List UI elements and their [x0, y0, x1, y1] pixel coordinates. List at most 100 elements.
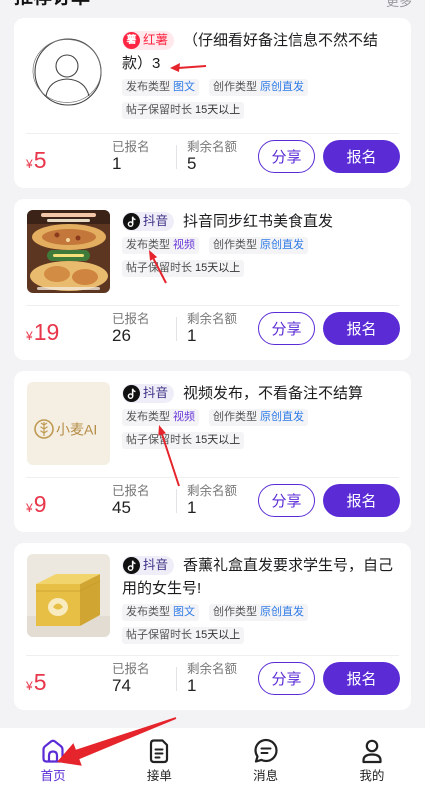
order-title-block: 抖音 香薰礼盒直发要求学生号，自己用的女生号! — [122, 554, 399, 600]
tag-label: 创作类型 — [213, 606, 257, 618]
tag-value: 原创直发 — [260, 239, 304, 251]
order-title: 抖音同步红书美食直发 — [183, 213, 334, 230]
xiaohongshu-icon: 薯 — [123, 31, 140, 49]
signed-up-stat: 已报名 1 — [112, 140, 176, 173]
publish-type-tag: 发布类型 视频 — [122, 237, 199, 254]
tag-label: 创作类型 — [213, 81, 257, 93]
platform-name: 红薯 — [143, 32, 169, 47]
tag-value: 15天以上 — [195, 104, 241, 116]
nav-label: 首页 — [40, 769, 66, 783]
tag-label: 发布类型 — [126, 239, 170, 251]
section-title: 推荐订单 — [14, 0, 90, 10]
tag-value: 视频 — [173, 239, 195, 251]
create-type-tag: 创作类型 原创直发 — [209, 237, 308, 254]
tag-value: 图文 — [173, 81, 195, 93]
section-header: 推荐订单 更多 — [14, 0, 412, 10]
platform-name: 抖音 — [143, 385, 169, 400]
message-bubble-icon — [254, 738, 278, 763]
signed-up-stat: 已报名 45 — [112, 484, 176, 517]
tag-label: 创作类型 — [213, 239, 257, 251]
currency-symbol: ¥ — [26, 679, 33, 693]
platform-badge: 薯 红薯 — [122, 30, 175, 50]
tag-label: 发布类型 — [126, 81, 170, 93]
more-link[interactable]: 更多 — [386, 0, 412, 14]
app-screen: 推荐订单 更多 薯 红薯 （仔细看好备注信息不然不结款）3 — [0, 0, 425, 796]
signed-up-label: 已报名 — [112, 484, 150, 498]
tag-value: 原创直发 — [260, 81, 304, 93]
tag-label: 发布类型 — [126, 411, 170, 423]
signed-up-label: 已报名 — [112, 662, 150, 676]
stat-divider — [176, 316, 177, 341]
tag-label: 帖子保留时长 — [126, 262, 192, 274]
tag-value: 视频 — [173, 411, 195, 423]
platform-badge: 抖音 — [122, 555, 175, 575]
create-type-tag: 创作类型 原创直发 — [209, 409, 308, 426]
share-button[interactable]: 分享 — [258, 140, 315, 173]
food-photo-image — [27, 210, 110, 293]
share-button[interactable]: 分享 — [258, 484, 315, 517]
platform-name: 抖音 — [143, 213, 169, 228]
order-card[interactable]: 薯 红薯 （仔细看好备注信息不然不结款）3 发布类型 图文 创作类型 原创直发 帖子… — [14, 18, 411, 188]
currency-symbol: ¥ — [26, 501, 33, 515]
apply-button[interactable]: 报名 — [323, 484, 400, 517]
remaining-slots-count: 1 — [187, 676, 197, 695]
stat-divider — [176, 666, 177, 691]
remaining-slots-count: 5 — [187, 154, 197, 173]
apply-button[interactable]: 报名 — [323, 312, 400, 345]
price-amount: 5 — [33, 669, 47, 695]
remaining-slots-count: 1 — [187, 498, 197, 517]
nav-label: 接单 — [146, 769, 172, 783]
share-button[interactable]: 分享 — [258, 662, 315, 695]
douyin-icon — [123, 212, 140, 230]
signed-up-label: 已报名 — [112, 140, 150, 154]
nav-item-home[interactable]: 首页 — [0, 728, 106, 796]
publish-type-tag: 发布类型 图文 — [122, 79, 199, 96]
nav-label: 我的 — [359, 769, 385, 783]
nav-item-orders[interactable]: 接单 — [106, 728, 212, 796]
retention-tag: 帖子保留时长 15天以上 — [122, 102, 245, 119]
signed-up-count: 1 — [112, 154, 122, 173]
profile-icon — [362, 739, 382, 764]
stat-divider — [176, 488, 177, 513]
gift-box-photo-image — [27, 554, 110, 637]
tag-label: 帖子保留时长 — [126, 104, 192, 116]
currency-symbol: ¥ — [26, 157, 33, 171]
create-type-tag: 创作类型 原创直发 — [209, 79, 308, 96]
order-title-block: 抖音 视频发布，不看备注不结算 — [122, 382, 399, 405]
platform-badge: 抖音 — [122, 383, 175, 403]
order-title-block: 抖音 抖音同步红书美食直发 — [122, 210, 399, 233]
nav-item-profile[interactable]: 我的 — [319, 728, 425, 796]
remaining-slots-stat: 剩余名额 1 — [187, 484, 258, 517]
currency-symbol: ¥ — [26, 329, 33, 343]
apply-button[interactable]: 报名 — [323, 140, 400, 173]
retention-tag: 帖子保留时长 15天以上 — [122, 627, 245, 644]
signed-up-count: 45 — [112, 498, 131, 517]
remaining-slots-count: 1 — [187, 326, 197, 345]
logo-text: 小麦AI — [56, 422, 97, 438]
tag-label: 帖子保留时长 — [126, 629, 192, 641]
apply-button[interactable]: 报名 — [323, 662, 400, 695]
tag-value: 原创直发 — [260, 411, 304, 423]
signed-up-count: 74 — [112, 676, 131, 695]
order-title-block: 薯 红薯 （仔细看好备注信息不然不结款）3 — [122, 29, 399, 75]
price: ¥19 — [26, 319, 112, 345]
signed-up-stat: 已报名 74 — [112, 662, 176, 695]
xiaomai-ai-logo-image: 小麦AI — [27, 382, 110, 465]
nav-item-messages[interactable]: 消息 — [213, 728, 319, 796]
tag-value: 15天以上 — [195, 434, 241, 446]
tag-label: 发布类型 — [126, 606, 170, 618]
remaining-slots-stat: 剩余名额 1 — [187, 312, 258, 345]
publish-type-tag: 发布类型 视频 — [122, 409, 199, 426]
order-card[interactable]: 抖音 抖音同步红书美食直发 发布类型 视频 创作类型 原创直发 帖子保留时长 15天以… — [14, 199, 411, 360]
retention-tag: 帖子保留时长 15天以上 — [122, 432, 245, 449]
order-title: 视频发布，不看备注不结算 — [183, 385, 364, 402]
price-amount: 19 — [33, 319, 60, 345]
bottom-navigation: 首页 接单 消息 我的 — [0, 728, 425, 796]
stat-divider — [176, 144, 177, 169]
share-button[interactable]: 分享 — [258, 312, 315, 345]
signed-up-count: 26 — [112, 326, 131, 345]
order-card[interactable]: 抖音 香薰礼盒直发要求学生号，自己用的女生号! 发布类型 图文 创作类型 原创直发 … — [14, 543, 411, 710]
platform-name: 抖音 — [143, 557, 169, 572]
avatar-placeholder-image — [27, 29, 110, 112]
order-card[interactable]: 小麦AI 抖音 视频发布，不看备注不结算 发布类型 视频 创作类型 原创直发 帖… — [14, 371, 411, 532]
